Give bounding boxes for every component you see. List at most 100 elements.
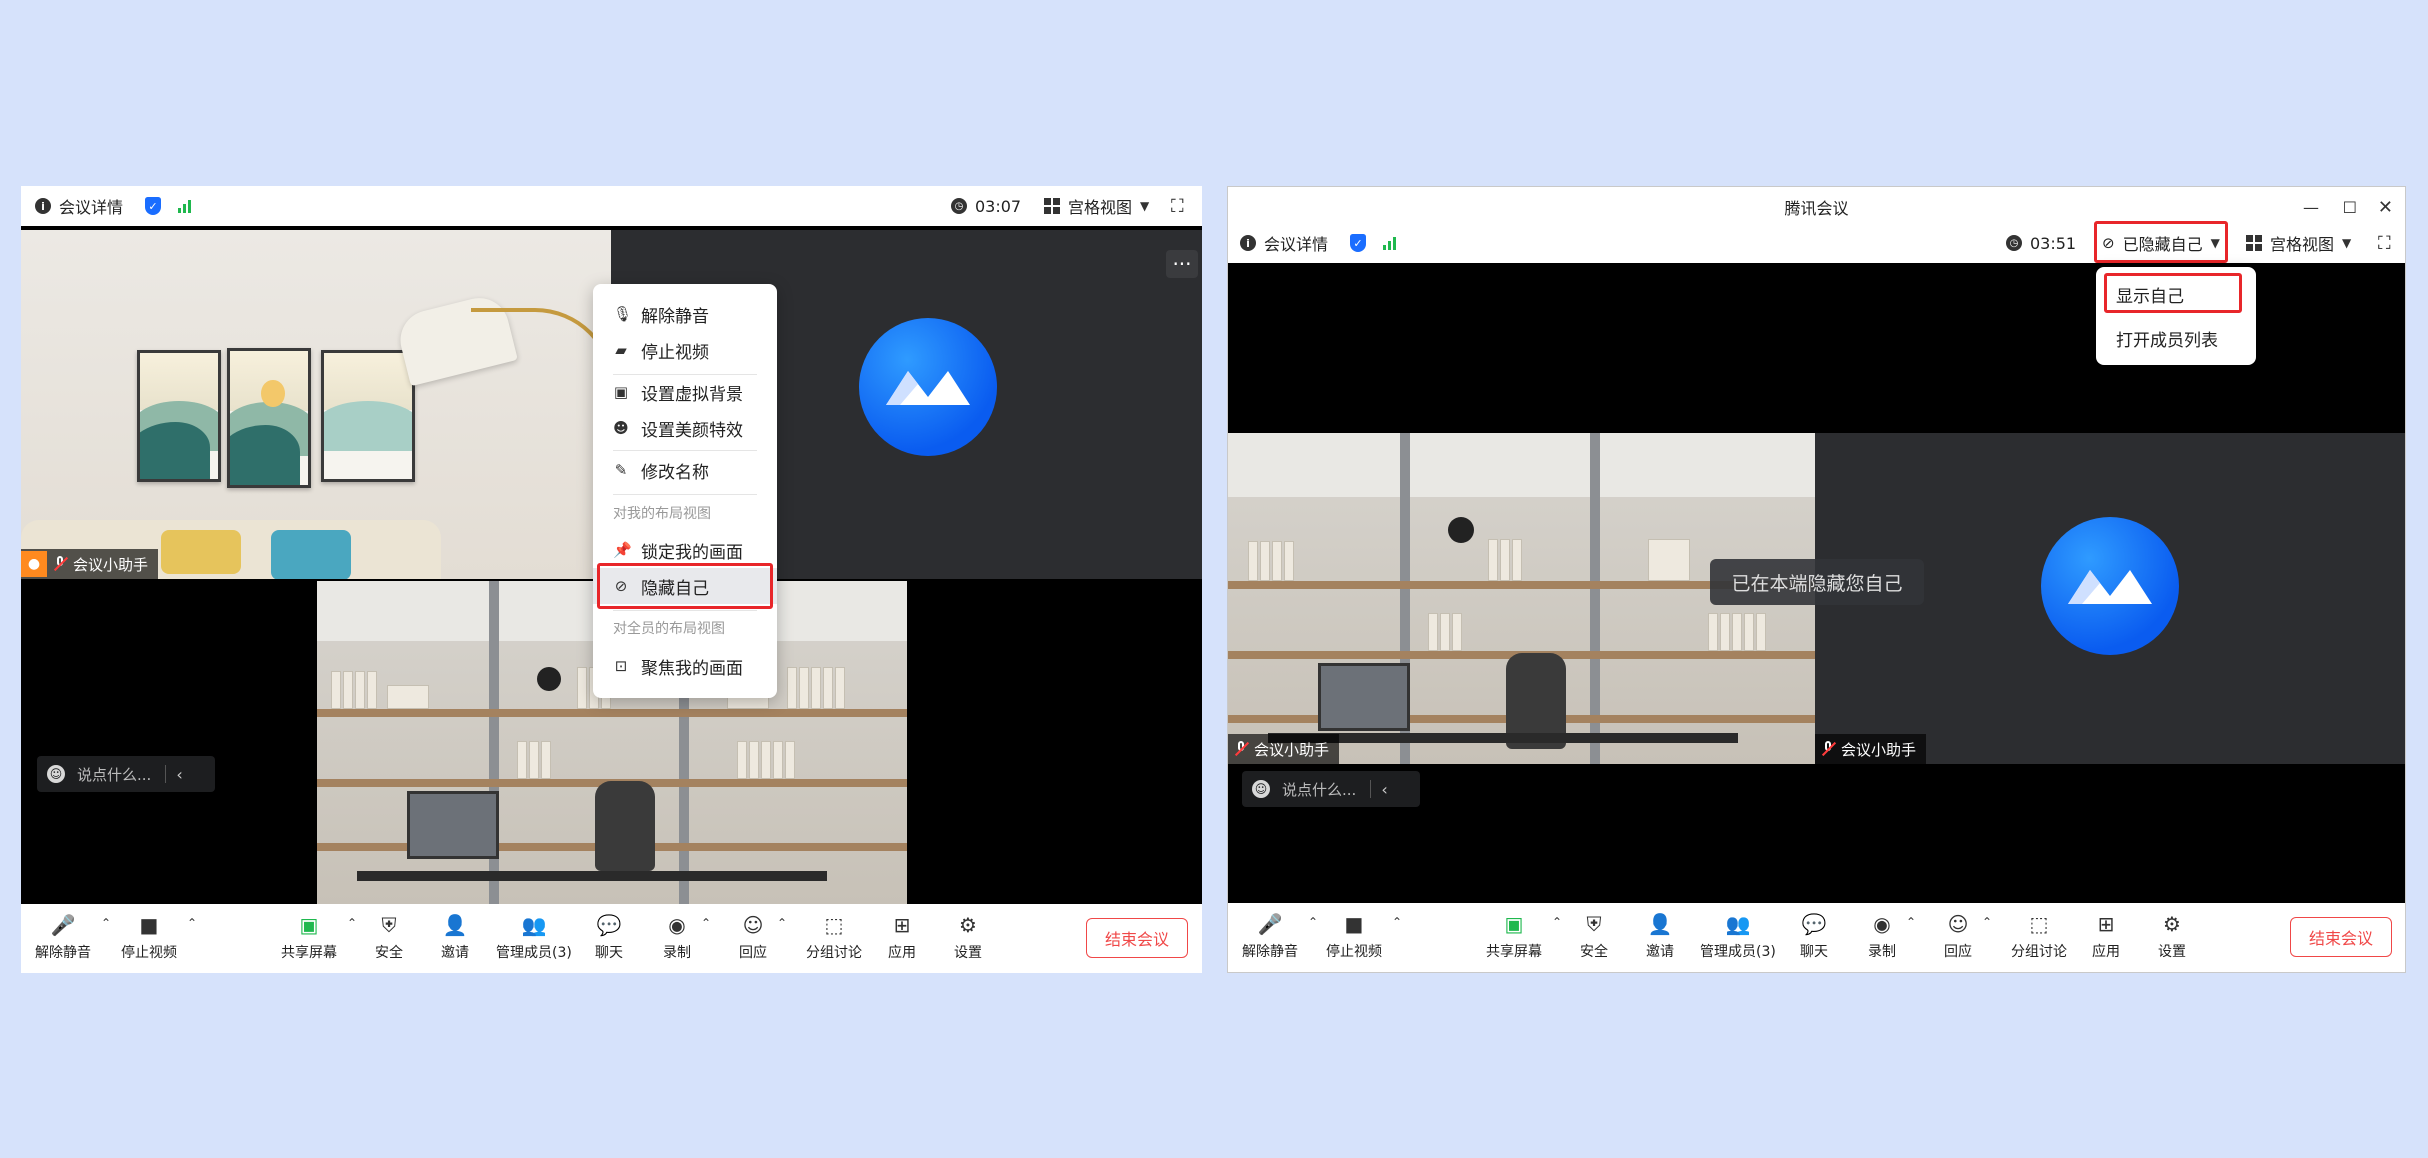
emoji-icon[interactable]: ☺ bbox=[1252, 780, 1270, 798]
meeting-info-button[interactable]: i 会议详情 bbox=[1240, 231, 1328, 255]
stop-video-button[interactable]: ■ 停止视频 ⌃ bbox=[121, 912, 197, 962]
menu-item-open-member-list[interactable]: 打开成员列表 bbox=[2096, 319, 2256, 357]
timer: ◷ 03:51 bbox=[2006, 234, 2076, 253]
tencent-meeting-logo-icon bbox=[2041, 517, 2179, 655]
breakout-button[interactable]: ⬚ 分组讨论 bbox=[806, 912, 862, 962]
chevron-up-icon[interactable]: ⌃ bbox=[1308, 915, 1318, 929]
apps-button[interactable]: ⊞ 应用 bbox=[2092, 911, 2120, 961]
end-meeting-button[interactable]: 结束会议 bbox=[1086, 918, 1188, 958]
video-tile-self[interactable]: ● 会议小助手 bbox=[21, 230, 611, 579]
manage-members-button[interactable]: 👥 管理成员(3) bbox=[496, 912, 572, 962]
menu-item-unmute[interactable]: 🎙 解除静音 bbox=[593, 296, 777, 332]
participant-name: 会议小助手 bbox=[1254, 740, 1330, 759]
chevron-up-icon[interactable]: ⌃ bbox=[777, 916, 787, 930]
share-screen-button[interactable]: ▣ 共享屏幕 ⌃ bbox=[1486, 911, 1562, 961]
share-screen-icon: ▣ bbox=[299, 913, 319, 937]
video-context-menu: 🎙 解除静音 ▰ 停止视频 ▣ 设置虚拟背景 ☻ 设置美颜特效 ✎ 修改名称 对我的布局视… bbox=[593, 284, 777, 698]
chevron-up-icon[interactable]: ⌃ bbox=[1906, 915, 1916, 929]
end-meeting-button[interactable]: 结束会议 bbox=[2290, 917, 2392, 957]
chevron-up-icon[interactable]: ⌃ bbox=[1982, 915, 1992, 929]
video-camera-icon: ■ bbox=[1344, 912, 1364, 936]
maximize-icon[interactable]: ☐ bbox=[2343, 187, 2357, 227]
manage-members-button[interactable]: 👥 管理成员(3) bbox=[1700, 911, 1776, 961]
mic-muted-icon bbox=[1821, 741, 1835, 757]
chat-placeholder: 说点什么... bbox=[1282, 780, 1357, 799]
unmute-button[interactable]: 🎤 解除静音 ⌃ bbox=[35, 912, 111, 962]
reactions-button[interactable]: ☺ 回应 ⌃ bbox=[739, 912, 787, 962]
button-label: 录制 bbox=[663, 945, 691, 961]
highlight-box bbox=[597, 563, 773, 609]
settings-button[interactable]: ⚙ 设置 bbox=[954, 912, 982, 962]
clock-icon: ◷ bbox=[951, 198, 967, 214]
hidden-self-menu: 显示自己 打开成员列表 bbox=[2096, 267, 2256, 365]
security-button[interactable]: ⛨ 安全 bbox=[1580, 911, 1608, 961]
divider bbox=[165, 765, 167, 783]
chevron-up-icon[interactable]: ⌃ bbox=[701, 916, 711, 930]
minimize-icon[interactable]: — bbox=[2303, 187, 2319, 227]
emoji-icon[interactable]: ☺ bbox=[47, 765, 65, 783]
menu-divider bbox=[613, 494, 757, 495]
security-button[interactable]: ⛨ 安全 bbox=[375, 912, 403, 962]
members-icon: 👥 bbox=[1725, 912, 1751, 936]
view-mode-dropdown[interactable]: 宫格视图 ▼ bbox=[1044, 194, 1149, 218]
share-screen-button[interactable]: ▣ 共享屏幕 ⌃ bbox=[281, 912, 357, 962]
books bbox=[1488, 539, 1522, 581]
close-icon[interactable]: ✕ bbox=[2378, 187, 2393, 227]
fullscreen-icon[interactable]: ⛶ bbox=[1171, 196, 1184, 217]
invite-button[interactable]: 👤 邀请 bbox=[1646, 911, 1674, 961]
stop-video-button[interactable]: ■ 停止视频 ⌃ bbox=[1326, 911, 1402, 961]
chevron-up-icon[interactable]: ⌃ bbox=[187, 916, 197, 930]
settings-button[interactable]: ⚙ 设置 bbox=[2158, 911, 2186, 961]
record-button[interactable]: ◉ 录制 ⌃ bbox=[663, 912, 711, 962]
view-mode-dropdown[interactable]: 宫格视图 ▼ bbox=[2246, 231, 2351, 255]
add-user-icon: 👤 bbox=[442, 913, 468, 937]
window-title: 腾讯会议 bbox=[1784, 199, 1849, 218]
menu-item-virtual-background[interactable]: ▣ 设置虚拟背景 bbox=[593, 374, 777, 410]
breakout-button[interactable]: ⬚ 分组讨论 bbox=[2011, 911, 2067, 961]
chevron-up-icon[interactable]: ⌃ bbox=[1392, 915, 1402, 929]
face-icon: ☻ bbox=[613, 419, 629, 437]
network-signal-icon[interactable] bbox=[178, 199, 191, 213]
invite-button[interactable]: 👤 邀请 bbox=[441, 912, 469, 962]
chat-button[interactable]: 💬 聊天 bbox=[1800, 911, 1828, 961]
view-mode-label: 宫格视图 bbox=[1068, 198, 1133, 217]
participant-name-tag: ● 会议小助手 bbox=[21, 549, 159, 579]
desk bbox=[357, 871, 827, 881]
books bbox=[387, 685, 429, 709]
chat-input-pill[interactable]: ☺ 说点什么... ‹ bbox=[37, 756, 215, 792]
fullscreen-icon[interactable]: ⛶ bbox=[2378, 233, 2391, 254]
more-options-icon[interactable]: ··· bbox=[1166, 250, 1198, 278]
chat-button[interactable]: 💬 聊天 bbox=[595, 912, 623, 962]
network-signal-icon[interactable] bbox=[1383, 236, 1396, 250]
chevron-up-icon[interactable]: ⌃ bbox=[101, 916, 111, 930]
button-label: 分组讨论 bbox=[2011, 944, 2067, 960]
chat-input-pill[interactable]: ☺ 说点什么... ‹ bbox=[1242, 771, 1420, 807]
record-icon: ◉ bbox=[668, 913, 686, 937]
menu-item-focus-view[interactable]: ⊡ 聚焦我的画面 bbox=[593, 648, 777, 684]
meeting-info-label: 会议详情 bbox=[1264, 235, 1329, 254]
menu-section-self: 对我的布局视图 bbox=[613, 506, 711, 522]
add-user-icon: 👤 bbox=[1647, 912, 1673, 936]
unmute-button[interactable]: 🎤 解除静音 ⌃ bbox=[1242, 911, 1318, 961]
record-button[interactable]: ◉ 录制 ⌃ bbox=[1868, 911, 1916, 961]
chevron-up-icon[interactable]: ⌃ bbox=[1552, 915, 1562, 929]
painting bbox=[321, 350, 415, 482]
menu-item-beauty[interactable]: ☻ 设置美颜特效 bbox=[593, 410, 777, 446]
highlight-box bbox=[2094, 221, 2228, 263]
reactions-button[interactable]: ☺ 回应 ⌃ bbox=[1944, 911, 1992, 961]
meeting-info-label: 会议详情 bbox=[59, 198, 124, 217]
timer: ◷ 03:07 bbox=[951, 197, 1021, 216]
security-shield-icon[interactable]: ✓ bbox=[145, 197, 161, 215]
chevron-left-icon[interactable]: ‹ bbox=[176, 765, 182, 784]
meeting-info-button[interactable]: i 会议详情 bbox=[35, 194, 123, 218]
cushion bbox=[271, 530, 351, 579]
security-shield-icon[interactable]: ✓ bbox=[1350, 234, 1366, 252]
menu-item-rename[interactable]: ✎ 修改名称 bbox=[593, 452, 777, 488]
button-label: 共享屏幕 bbox=[1486, 944, 1542, 960]
menu-item-stop-video[interactable]: ▰ 停止视频 bbox=[593, 332, 777, 368]
books bbox=[787, 667, 845, 709]
chevron-left-icon[interactable]: ‹ bbox=[1381, 780, 1387, 799]
chevron-up-icon[interactable]: ⌃ bbox=[347, 916, 357, 930]
shield-icon: ⛨ bbox=[1586, 912, 1602, 936]
apps-button[interactable]: ⊞ 应用 bbox=[888, 912, 916, 962]
